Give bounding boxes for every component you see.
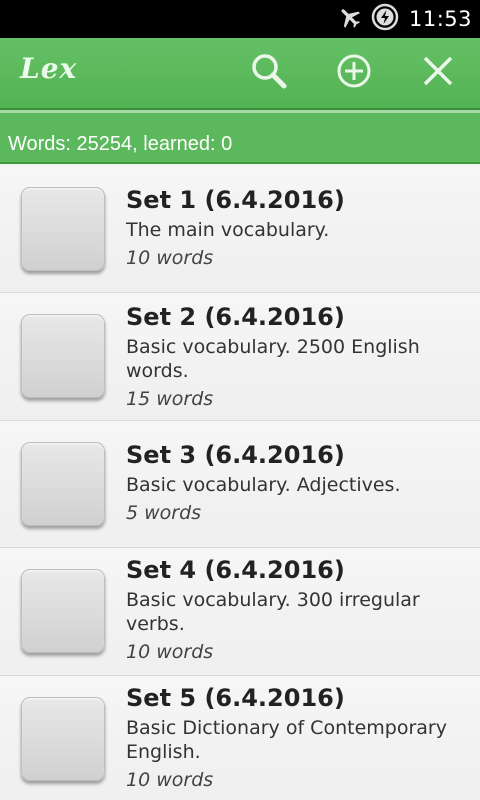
set-text: Set 3 (6.4.2016) Basic vocabulary. Adjec…	[126, 439, 464, 526]
add-circle-icon	[334, 51, 374, 95]
search-button[interactable]	[246, 50, 292, 96]
set-text: Set 4 (6.4.2016) Basic vocabulary. 300 i…	[126, 554, 464, 665]
set-text: Set 1 (6.4.2016) The main vocabulary. 10…	[126, 184, 464, 271]
set-checkbox[interactable]	[21, 442, 105, 526]
list-item-set-2[interactable]: Set 2 (6.4.2016) Basic vocabulary. 2500 …	[0, 293, 480, 421]
set-text: Set 5 (6.4.2016) Basic Dictionary of Con…	[126, 682, 464, 793]
set-description: Basic vocabulary. 2500 English words.	[126, 336, 420, 382]
battery-charging-icon	[371, 3, 399, 35]
status-icons: 11:53	[337, 0, 472, 38]
set-checkbox[interactable]	[21, 314, 105, 398]
search-icon	[249, 51, 289, 95]
airplane-mode-icon	[337, 4, 363, 34]
set-word-count: 10 words	[126, 641, 214, 663]
list-item-set-3[interactable]: Set 3 (6.4.2016) Basic vocabulary. Adjec…	[0, 421, 480, 548]
set-title: Set 1 (6.4.2016)	[126, 186, 345, 214]
set-title: Set 3 (6.4.2016)	[126, 441, 345, 469]
list-item-set-4[interactable]: Set 4 (6.4.2016) Basic vocabulary. 300 i…	[0, 548, 480, 676]
status-bar: 11:53	[0, 0, 480, 38]
set-title: Set 5 (6.4.2016)	[126, 684, 345, 712]
sets-list[interactable]: Set 1 (6.4.2016) The main vocabulary. 10…	[0, 166, 480, 800]
set-checkbox[interactable]	[21, 697, 105, 781]
set-description: Basic vocabulary. Adjectives.	[126, 474, 401, 496]
set-title: Set 4 (6.4.2016)	[126, 556, 345, 584]
set-word-count: 10 words	[126, 769, 214, 791]
add-set-button[interactable]	[331, 50, 377, 96]
set-word-count: 15 words	[126, 388, 214, 410]
clock: 11:53	[408, 7, 472, 31]
app-logo: Lex	[20, 52, 78, 85]
set-description: Basic vocabulary. 300 irregular verbs.	[126, 589, 420, 635]
action-bar-divider	[0, 108, 480, 116]
set-description: The main vocabulary.	[126, 219, 330, 241]
set-text: Set 2 (6.4.2016) Basic vocabulary. 2500 …	[126, 301, 464, 412]
list-item-set-1[interactable]: Set 1 (6.4.2016) The main vocabulary. 10…	[0, 166, 480, 293]
words-summary-bar: Words: 25254, learned: 0	[0, 116, 480, 164]
set-description: Basic Dictionary of Contemporary English…	[126, 717, 447, 763]
set-word-count: 10 words	[126, 247, 214, 269]
set-word-count: 5 words	[126, 502, 202, 524]
set-checkbox[interactable]	[21, 187, 105, 271]
list-item-set-5[interactable]: Set 5 (6.4.2016) Basic Dictionary of Con…	[0, 676, 480, 800]
close-button[interactable]	[415, 50, 461, 96]
set-checkbox[interactable]	[21, 569, 105, 653]
words-summary: Words: 25254, learned: 0	[8, 133, 233, 155]
close-icon	[418, 51, 458, 95]
set-title: Set 2 (6.4.2016)	[126, 303, 345, 331]
action-bar: Lex	[0, 38, 480, 108]
